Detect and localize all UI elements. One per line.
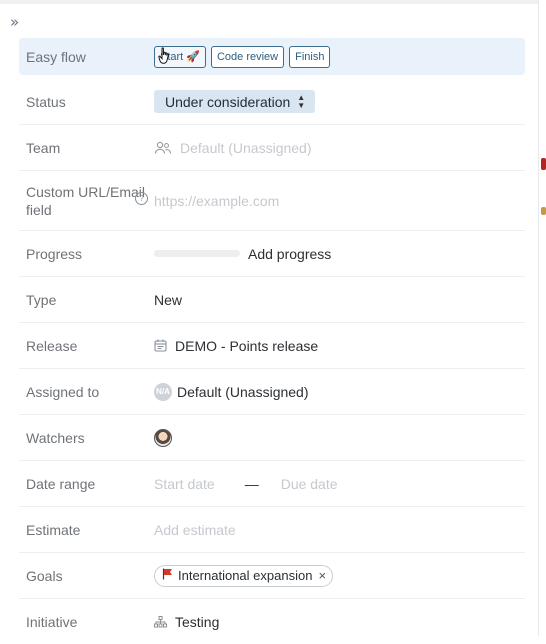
field-label: Date range	[26, 475, 96, 492]
help-icon[interactable]: ?	[135, 192, 148, 205]
watcher-avatar[interactable]	[154, 428, 172, 447]
sort-caret-icon: ▲ ▼	[297, 92, 306, 110]
release-select[interactable]: DEMO - Points release	[154, 338, 318, 354]
field-label: Custom URL/Email field	[26, 183, 146, 218]
field-row-release: Release DEMO - Points release	[19, 323, 525, 369]
field-label: Team	[26, 139, 61, 156]
start-date-input[interactable]: Start date	[154, 476, 215, 492]
custom-url-placeholder: https://example.com	[154, 192, 280, 209]
background-content-edge	[541, 207, 546, 215]
code-review-flow-button[interactable]: Code review	[210, 45, 285, 68]
field-list: Easy flow Start 🚀 Code review Finish Sta…	[19, 38, 525, 644]
estimate-input[interactable]: Add estimate	[154, 522, 236, 538]
status-select[interactable]: Under consideration ▲ ▼	[154, 90, 316, 113]
goal-chip[interactable]: International expansion ×	[154, 564, 334, 587]
background-content-edge	[541, 158, 546, 170]
hierarchy-icon	[154, 615, 167, 628]
field-label: Initiative	[26, 613, 78, 630]
field-row-type: Type New	[19, 277, 525, 323]
field-row-easy-flow: Easy flow Start 🚀 Code review Finish	[19, 38, 525, 75]
field-label: Watchers	[26, 429, 85, 446]
flag-icon	[162, 568, 173, 583]
field-row-date-range: Date range Start date — Due date	[19, 461, 525, 507]
panel-header: »	[0, 0, 538, 42]
field-row-progress: Progress Add progress	[19, 231, 525, 277]
team-select[interactable]: Default (Unassigned)	[154, 140, 312, 156]
remove-goal-icon[interactable]: ×	[318, 568, 326, 583]
field-label: Easy flow	[26, 48, 86, 65]
field-row-team: Team Default (Unassigned)	[19, 125, 525, 171]
goal-chip-label: International expansion	[178, 568, 313, 583]
estimate-placeholder: Add estimate	[154, 521, 236, 538]
status-value: Under consideration	[165, 93, 291, 110]
field-row-watchers: Watchers	[19, 415, 525, 461]
easy-flow-buttons: Start 🚀 Code review Finish	[154, 45, 335, 68]
field-label: Estimate	[26, 521, 81, 538]
progress-control[interactable]: Add progress	[154, 246, 331, 262]
field-label: Type	[26, 291, 57, 308]
field-row-estimate: Estimate Add estimate	[19, 507, 525, 553]
type-select[interactable]: New	[154, 292, 182, 308]
double-chevron-right-icon[interactable]: »	[10, 14, 19, 30]
field-label: Assigned to	[26, 383, 100, 400]
type-value: New	[154, 291, 183, 308]
team-icon	[154, 141, 172, 155]
date-separator: —	[244, 475, 259, 492]
field-row-assigned-to: Assigned to N/A Default (Unassigned)	[19, 369, 525, 415]
field-row-goals: Goals International expansion ×	[19, 553, 525, 599]
release-value: DEMO - Points release	[175, 337, 319, 354]
team-placeholder: Default (Unassigned)	[180, 139, 312, 156]
field-label: Status	[26, 93, 66, 110]
progress-bar	[154, 250, 240, 257]
assignee-value: Default (Unassigned)	[177, 383, 309, 400]
start-flow-button[interactable]: Start 🚀	[154, 45, 206, 68]
finish-flow-button[interactable]: Finish	[289, 45, 331, 68]
field-label: Progress	[26, 245, 83, 262]
initiative-select[interactable]: Testing	[154, 614, 219, 630]
avatar: N/A	[154, 382, 172, 401]
assignee-select[interactable]: N/A Default (Unassigned)	[154, 382, 309, 401]
field-label: Goals	[26, 567, 63, 584]
field-label: Release	[26, 337, 78, 354]
custom-url-input[interactable]: https://example.com	[154, 193, 279, 209]
initiative-value: Testing	[175, 613, 220, 630]
field-row-initiative: Initiative Testing	[19, 599, 525, 644]
calendar-icon	[154, 339, 167, 352]
add-progress-link[interactable]: Add progress	[248, 246, 331, 262]
due-date-input[interactable]: Due date	[281, 476, 338, 492]
field-row-status: Status Under consideration ▲ ▼	[19, 79, 525, 125]
field-row-custom-url: Custom URL/Email field ? https://example…	[19, 171, 525, 231]
details-panel: » Easy flow Start 🚀 Code review Finish S…	[0, 0, 539, 636]
